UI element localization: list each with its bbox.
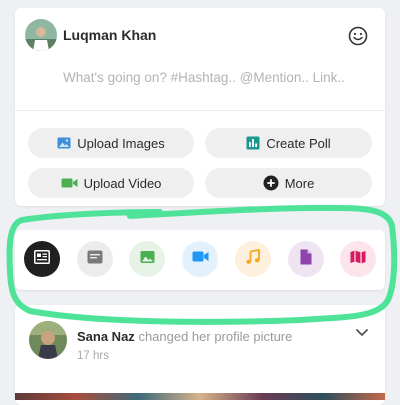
post-timestamp[interactable]: 17 hrs: [77, 350, 109, 362]
more-button[interactable]: More: [205, 168, 372, 198]
user-name[interactable]: Luqman Khan: [63, 27, 156, 43]
post-header-text: Sana Naz changed her profile picture: [77, 329, 292, 344]
photos-filter-button[interactable]: [129, 241, 165, 277]
post-image[interactable]: [15, 393, 385, 400]
feed-post-card: [15, 305, 385, 405]
create-poll-label: Create Poll: [266, 135, 331, 151]
chevron-down-icon[interactable]: [354, 324, 370, 340]
music-filter-button[interactable]: [235, 241, 271, 277]
upload-video-button[interactable]: Upload Video: [28, 168, 194, 198]
image-icon: [140, 250, 155, 269]
upload-images-label: Upload Images: [77, 135, 165, 151]
upload-video-label: Upload Video: [83, 175, 162, 191]
text-post-filter-button[interactable]: [24, 241, 60, 277]
video-icon: [61, 176, 78, 190]
upload-images-button[interactable]: Upload Images: [28, 128, 194, 158]
music-note-icon: [245, 248, 261, 270]
status-filter-button[interactable]: [77, 241, 113, 277]
file-icon: [300, 249, 312, 270]
more-label: More: [284, 175, 315, 191]
plus-circle-icon: [263, 175, 279, 191]
videos-filter-button[interactable]: [182, 241, 218, 277]
composer-divider: [15, 110, 385, 111]
article-icon: [34, 249, 50, 269]
maps-filter-button[interactable]: [340, 241, 376, 277]
image-icon: [57, 136, 71, 150]
smiley-icon[interactable]: [348, 26, 368, 46]
create-poll-button[interactable]: Create Poll: [205, 128, 372, 158]
post-text-input[interactable]: What's going on? #Hashtag.. @Mention.. L…: [63, 70, 345, 85]
message-icon: [87, 250, 103, 269]
files-filter-button[interactable]: [288, 241, 324, 277]
user-avatar[interactable]: [25, 19, 57, 51]
post-author-name[interactable]: Sana Naz: [77, 329, 135, 344]
post-action-text: changed her profile picture: [138, 329, 293, 344]
map-icon: [350, 250, 366, 269]
video-icon: [192, 250, 209, 268]
poll-icon: [246, 136, 260, 150]
post-author-avatar[interactable]: [29, 321, 67, 359]
